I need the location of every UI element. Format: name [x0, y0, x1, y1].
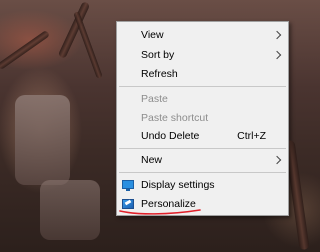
chevron-right-icon — [272, 50, 282, 60]
menu-item-refresh[interactable]: Refresh — [117, 64, 288, 84]
desktop-context-menu: View Sort by Refresh Paste Paste shortcu… — [116, 21, 289, 216]
menu-item-display-settings[interactable]: Display settings — [117, 175, 288, 195]
menu-item-label: Sort by — [141, 49, 175, 61]
menu-item-label: Paste shortcut — [141, 112, 209, 124]
menu-item-label: View — [141, 29, 164, 41]
chevron-right-icon — [272, 30, 282, 40]
wallpaper-branch — [73, 11, 103, 79]
menu-item-label: Display settings — [141, 179, 215, 191]
chevron-right-icon — [272, 155, 282, 165]
menu-separator — [119, 148, 286, 149]
menu-item-view[interactable]: View — [117, 25, 288, 45]
menu-separator — [119, 172, 286, 173]
wallpaper-branch — [0, 29, 51, 71]
wallpaper-rock — [15, 95, 70, 185]
menu-item-label: Undo Delete — [141, 130, 200, 142]
red-underline-annotation — [119, 209, 201, 215]
menu-item-paste[interactable]: Paste — [117, 89, 288, 109]
menu-item-label: Paste — [141, 93, 168, 105]
menu-item-sort-by[interactable]: Sort by — [117, 45, 288, 65]
menu-item-label: New — [141, 154, 163, 166]
display-settings-icon — [122, 180, 134, 191]
menu-item-paste-shortcut[interactable]: Paste shortcut — [117, 108, 288, 128]
menu-separator — [119, 86, 286, 87]
menu-item-shortcut: Ctrl+Z — [237, 130, 266, 142]
wallpaper-rock — [40, 180, 100, 240]
menu-item-undo-delete[interactable]: Undo Delete Ctrl+Z — [117, 126, 288, 146]
menu-item-label: Refresh — [141, 68, 178, 80]
menu-item-new[interactable]: New — [117, 150, 288, 170]
